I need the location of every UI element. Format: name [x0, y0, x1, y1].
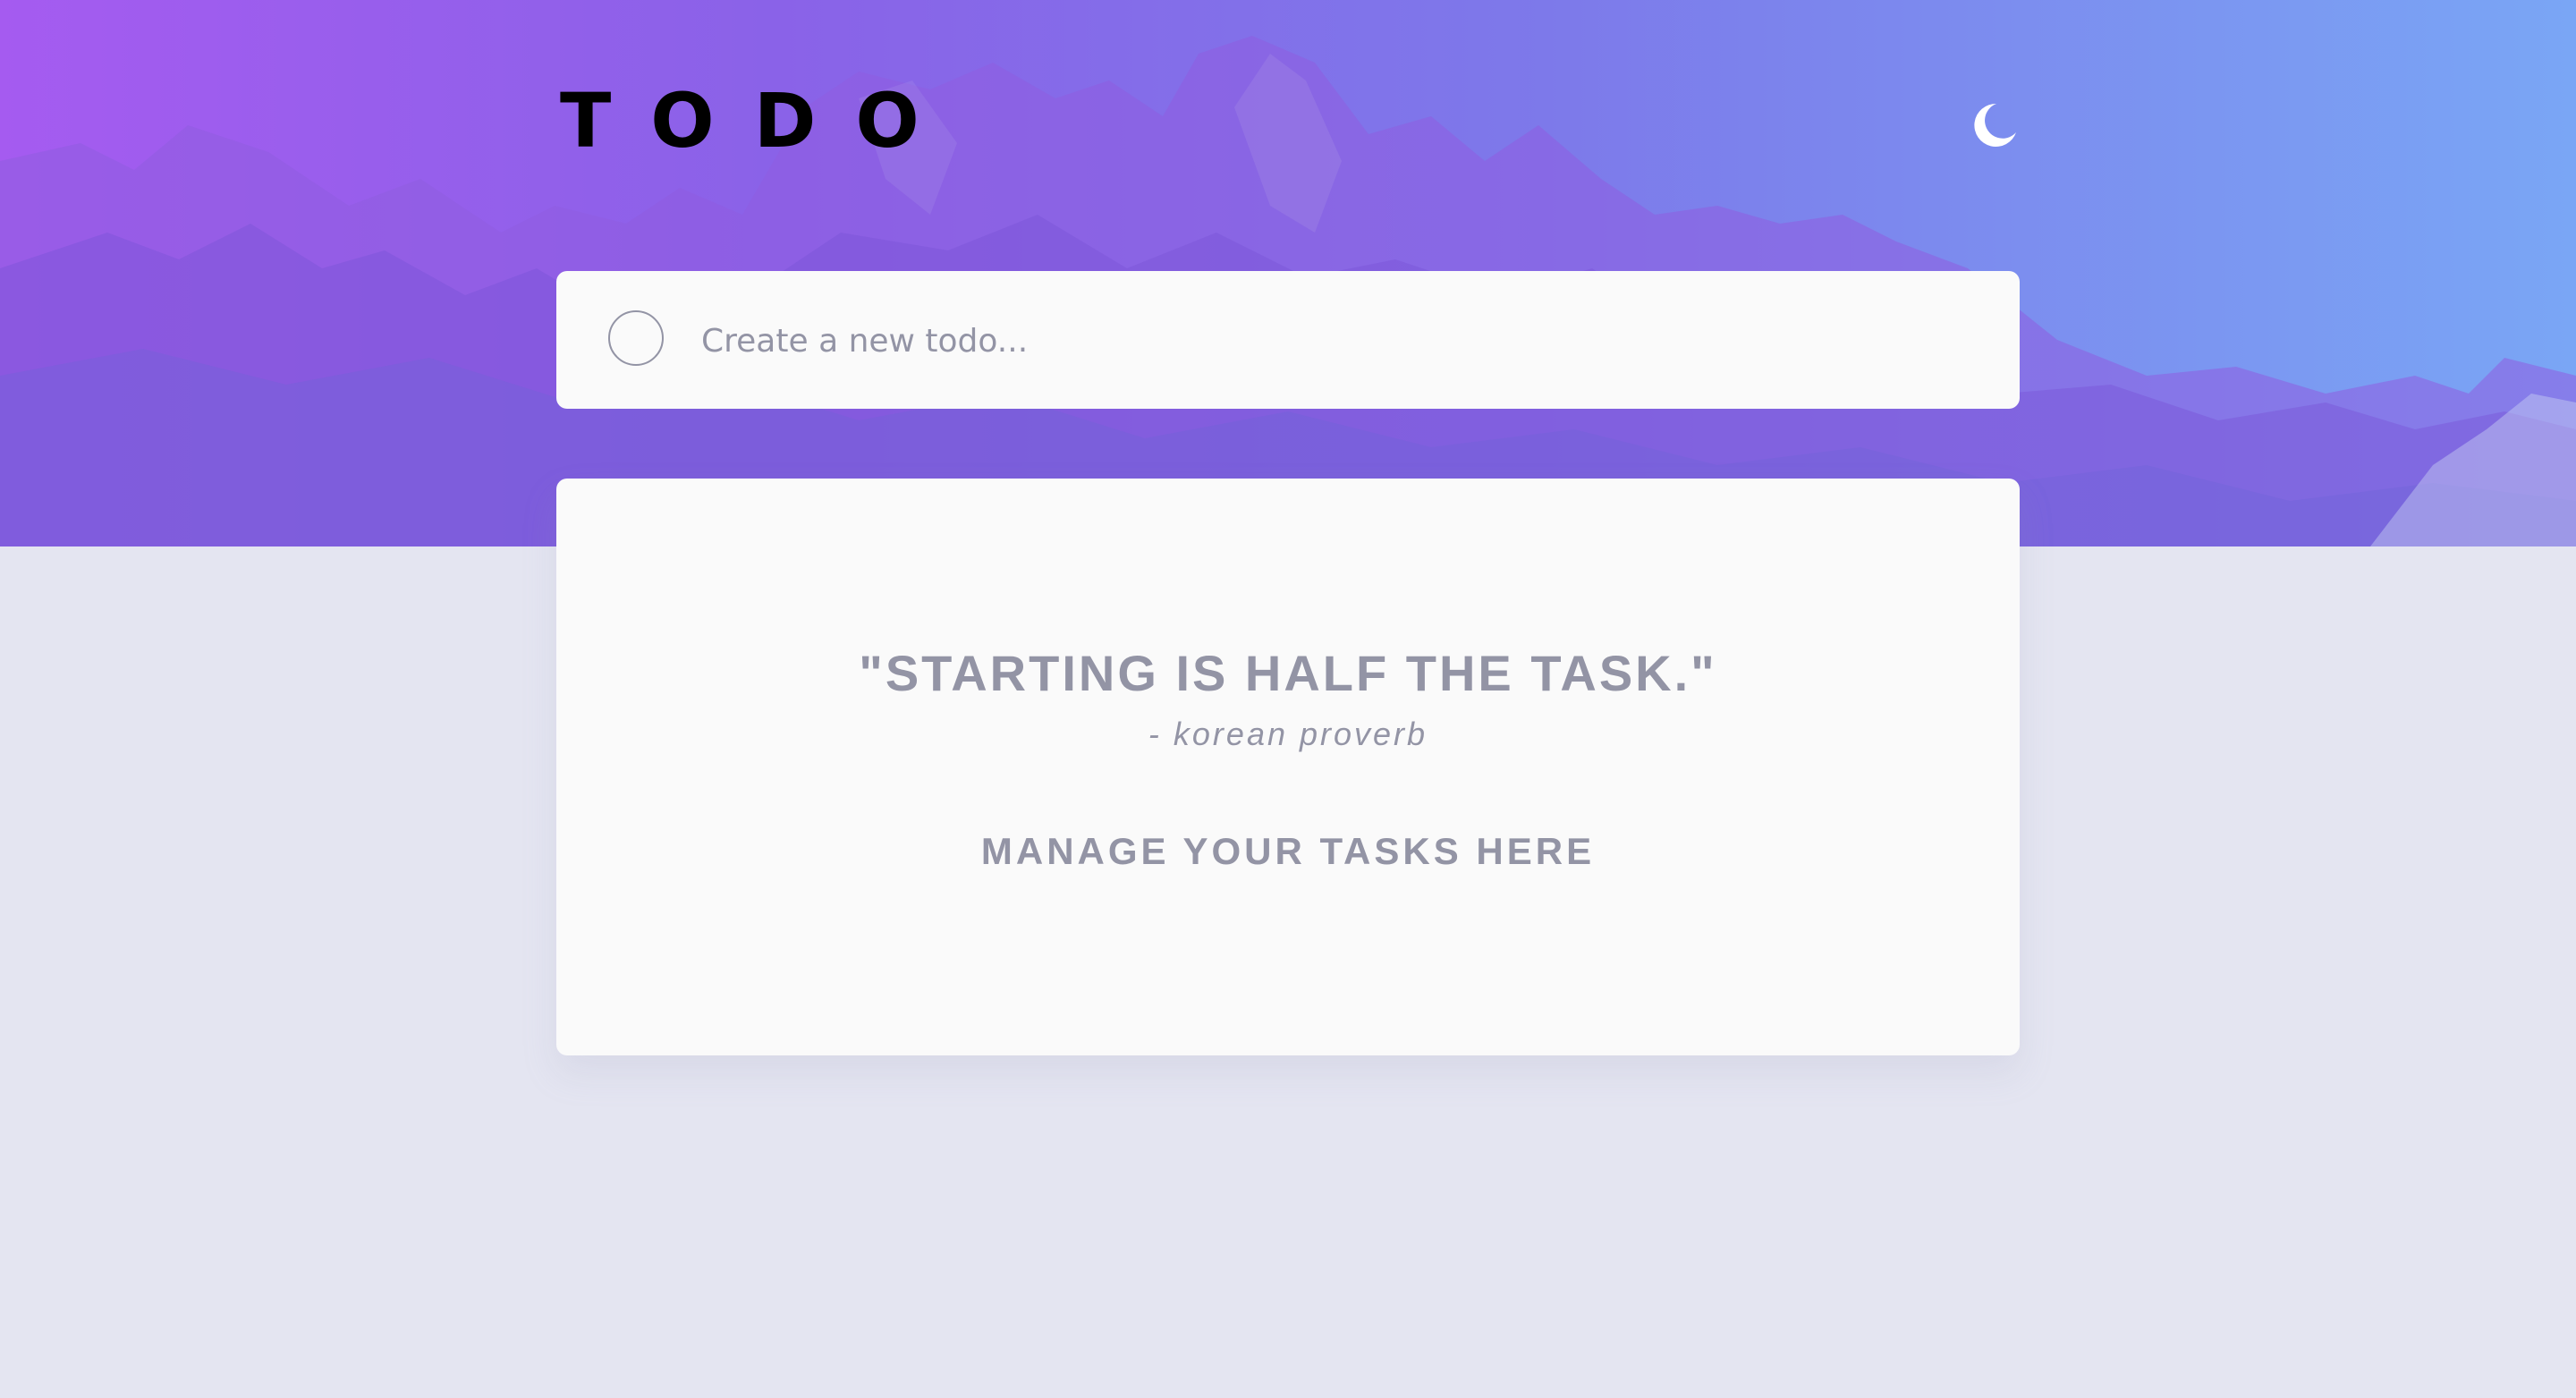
empty-state-message: MANAGE YOUR TASKS HERE [980, 830, 1596, 872]
app-header: TODO [556, 80, 2020, 161]
todo-list-panel: "STARTING IS HALF THE TASK." - korean pr… [556, 479, 2020, 1055]
new-todo-bar [556, 271, 2020, 409]
new-todo-input[interactable] [699, 307, 1973, 375]
moon-icon[interactable] [1970, 100, 2020, 150]
todo-app-page: TODO "STARTING IS HALF THE TASK." - kore… [0, 0, 2576, 1398]
empty-state-quote-author: - korean proverb [1148, 716, 1428, 752]
app-logo: TODO [560, 77, 959, 165]
empty-state-quote: "STARTING IS HALF THE TASK." [859, 645, 1717, 701]
new-todo-check-circle[interactable] [608, 310, 664, 366]
